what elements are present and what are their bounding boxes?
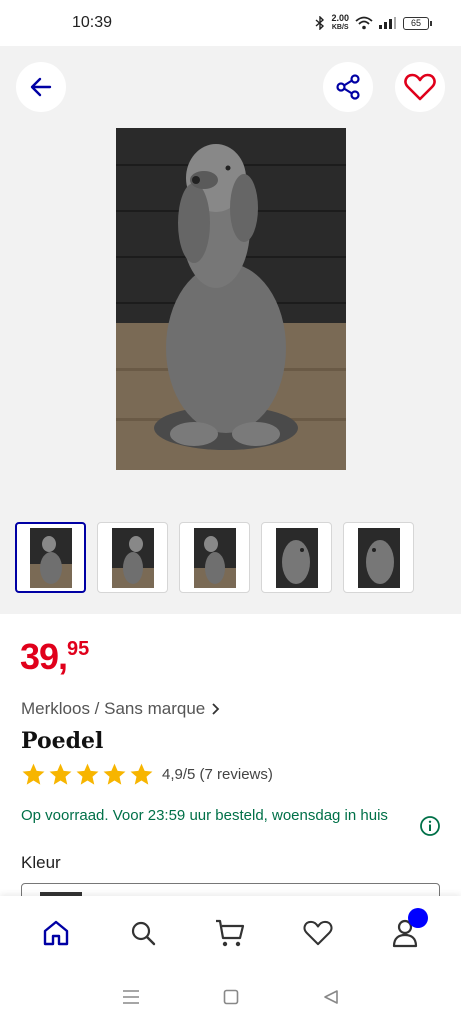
- arrow-left-icon: [30, 77, 52, 97]
- share-icon: [336, 74, 360, 100]
- price-decimals: 95: [67, 638, 90, 660]
- rating-text: 4,9/5 (7 reviews): [162, 766, 273, 783]
- thumbnail-image: [193, 527, 236, 588]
- bottom-navigation: [0, 896, 461, 970]
- thumbnail-image: [111, 527, 154, 588]
- thumbnail[interactable]: [15, 522, 86, 593]
- star-icon: [49, 763, 72, 785]
- thumbnail[interactable]: [343, 522, 414, 593]
- net-speed-unit: KB/S: [331, 24, 349, 31]
- stock-status: Op voorraad. Voor 23:59 uur besteld, woe…: [21, 807, 388, 824]
- star-icon: [22, 763, 45, 785]
- thumbnail[interactable]: [179, 522, 250, 593]
- back-triangle-icon[interactable]: [323, 989, 339, 1005]
- brand-name: Merkloos / Sans marque: [21, 699, 206, 718]
- poodle-statue-image: [116, 128, 346, 470]
- nav-favorites[interactable]: [293, 908, 343, 958]
- product-price: 39,95: [20, 636, 89, 678]
- main-product-image[interactable]: [116, 128, 346, 470]
- favorite-button[interactable]: [395, 62, 445, 112]
- system-navigation-bar: [0, 970, 461, 1024]
- rating-summary[interactable]: 4,9/5 (7 reviews): [21, 762, 273, 787]
- star-icon: [103, 763, 126, 785]
- heart-icon: [404, 73, 436, 101]
- home-icon: [43, 920, 68, 946]
- wifi-icon: [355, 16, 373, 30]
- product-title: Poedel: [21, 728, 104, 754]
- thumbnail[interactable]: [97, 522, 168, 593]
- battery-indicator: 65: [403, 16, 432, 30]
- back-button[interactable]: [16, 62, 66, 112]
- net-speed: 2.00 KB/S: [331, 14, 349, 32]
- thumbnail-image: [29, 527, 72, 588]
- star-icon: [130, 763, 153, 785]
- info-icon[interactable]: [419, 815, 441, 837]
- heart-icon: [303, 920, 333, 946]
- chevron-right-icon: [212, 703, 220, 715]
- thumbnail-strip: [15, 522, 414, 593]
- nav-cart[interactable]: [205, 908, 255, 958]
- menu-icon[interactable]: [122, 989, 140, 1005]
- net-speed-value: 2.00: [331, 13, 349, 23]
- status-time: 10:39: [72, 14, 113, 31]
- nav-home[interactable]: [31, 908, 81, 958]
- color-label: Kleur: [21, 853, 61, 872]
- product-gallery: [0, 46, 461, 614]
- brand-link[interactable]: Merkloos / Sans marque: [21, 699, 221, 719]
- status-bar: 10:39 2.00 KB/S 65: [0, 0, 461, 46]
- bluetooth-icon: [316, 16, 325, 30]
- thumbnail[interactable]: [261, 522, 332, 593]
- home-square-icon[interactable]: [223, 989, 239, 1005]
- notification-badge: [408, 908, 429, 928]
- thumbnail-image: [275, 527, 318, 588]
- signal-icon: [379, 17, 396, 29]
- status-icons: 2.00 KB/S 65: [315, 14, 432, 32]
- nav-account[interactable]: [380, 908, 430, 958]
- nav-search[interactable]: [118, 908, 168, 958]
- search-icon: [131, 921, 156, 946]
- thumbnail-image: [357, 527, 400, 588]
- cart-icon: [216, 919, 245, 947]
- price-integer: 39,: [20, 636, 68, 677]
- share-button[interactable]: [323, 62, 373, 112]
- star-icon: [76, 763, 99, 785]
